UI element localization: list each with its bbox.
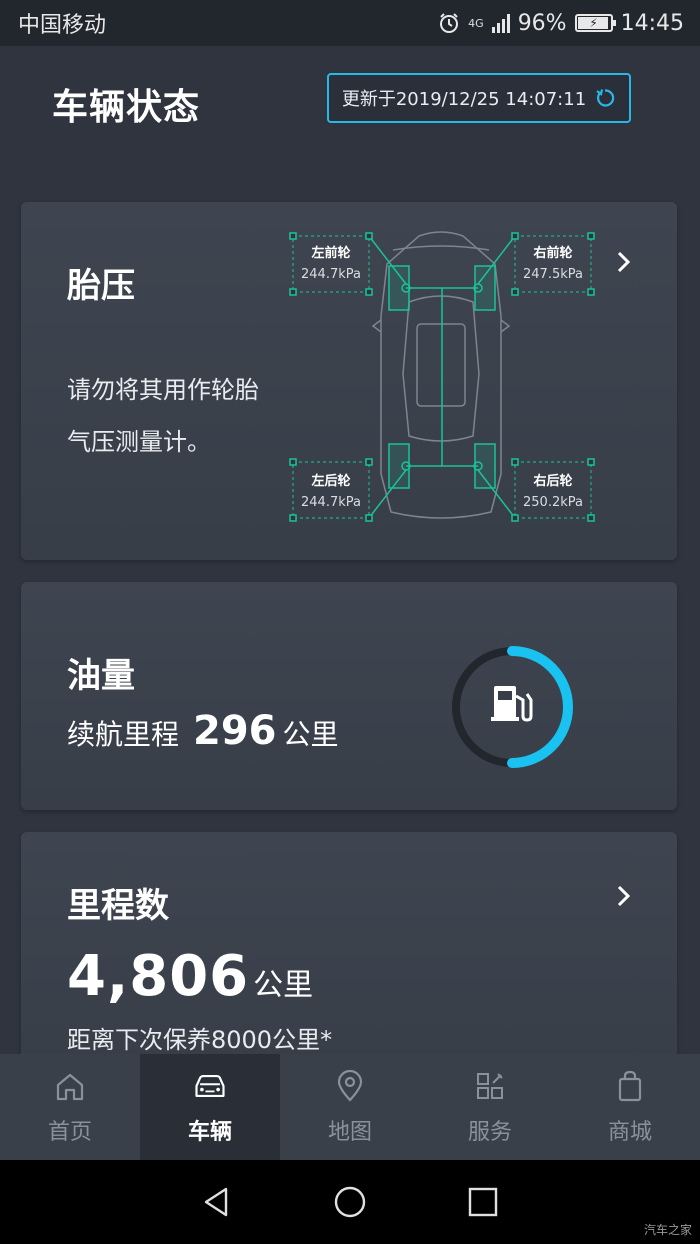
status-bar: 中国移动 4G 96% ⚡ 14:45 bbox=[0, 0, 700, 46]
car-icon bbox=[195, 1075, 225, 1097]
home-circle-icon[interactable] bbox=[333, 1185, 367, 1219]
range-label: 续航里程 bbox=[67, 718, 180, 751]
recent-apps-icon[interactable] bbox=[466, 1185, 500, 1219]
odometer-card[interactable]: 里程数 4,806 公里 距离下次保养8000公里* bbox=[21, 832, 677, 1072]
map-pin-icon bbox=[337, 1069, 363, 1102]
watermark: 汽车之家 bbox=[643, 1223, 692, 1237]
fuel-card-title: 油量 bbox=[67, 656, 135, 696]
update-time: 更新于2019/12/25 14:07:11 bbox=[341, 89, 587, 110]
refresh-icon bbox=[596, 89, 615, 107]
network-type: 4G bbox=[468, 16, 484, 30]
system-nav-bar: 汽车之家 bbox=[0, 1160, 700, 1244]
services-icon bbox=[477, 1073, 503, 1099]
clock: 14:45 bbox=[620, 10, 684, 36]
fuel-gauge bbox=[452, 646, 573, 768]
shopping-bag-icon bbox=[618, 1070, 642, 1102]
chevron-right-icon[interactable] bbox=[615, 250, 633, 274]
update-refresh-button[interactable]: 更新于2019/12/25 14:07:11 bbox=[327, 73, 631, 123]
alarm-icon bbox=[440, 13, 459, 33]
range-unit: 公里 bbox=[282, 718, 339, 751]
nav-home[interactable]: 首页 bbox=[0, 1054, 140, 1160]
odometer-unit: 公里 bbox=[253, 968, 314, 1003]
nav-store[interactable]: 商城 bbox=[560, 1054, 700, 1160]
range-value: 296 bbox=[193, 708, 277, 754]
front-right-label: 右前轮 bbox=[532, 245, 572, 261]
page-title: 车辆状态 bbox=[52, 87, 201, 128]
tire-card-title: 胎压 bbox=[67, 266, 135, 306]
front-left-label: 左前轮 bbox=[311, 245, 350, 261]
battery-icon: ⚡ bbox=[574, 14, 616, 32]
fuel-card[interactable]: 油量 续航里程 296 公里 bbox=[21, 582, 677, 810]
nav-vehicle[interactable]: 车辆 bbox=[140, 1054, 280, 1160]
status-icons: 4G 96% ⚡ 14:45 bbox=[438, 11, 684, 36]
battery-percent: 96% bbox=[517, 10, 567, 36]
nav-services[interactable]: 服务 bbox=[420, 1054, 560, 1160]
signal-icon bbox=[491, 13, 510, 33]
odometer-reading: 4,806 公里 bbox=[67, 944, 313, 1009]
odometer-value: 4,806 bbox=[67, 944, 250, 1009]
rear-right-label: 右后轮 bbox=[532, 473, 572, 489]
carrier-name: 中国移动 bbox=[18, 13, 107, 38]
fuel-level-arc bbox=[507, 646, 573, 768]
tire-pressure-card[interactable]: 胎压 请勿将其用作轮胎 气压测量计。 左前轮 244.7kPa 右前轮 247.… bbox=[21, 202, 677, 560]
front-right-value: 247.5kPa bbox=[523, 267, 583, 282]
chevron-right-icon[interactable] bbox=[615, 884, 633, 908]
rear-left-label: 左后轮 bbox=[311, 473, 350, 489]
fuel-pump-icon bbox=[491, 686, 533, 722]
bottom-nav: 首页 车辆 地图 服务 商城 bbox=[0, 1054, 700, 1160]
range-info: 续航里程 296 公里 bbox=[67, 708, 339, 754]
back-icon[interactable] bbox=[200, 1185, 234, 1219]
rear-left-value: 244.7kPa bbox=[301, 495, 361, 510]
odometer-card-title: 里程数 bbox=[67, 886, 169, 926]
service-reminder: 距离下次保养8000公里* bbox=[67, 1026, 333, 1054]
rear-right-value: 250.2kPa bbox=[523, 495, 583, 510]
front-left-value: 244.7kPa bbox=[301, 267, 361, 282]
home-icon bbox=[56, 1073, 84, 1101]
car-tire-diagram: 左前轮 244.7kPa 右前轮 247.5kPa 左后轮 244.7kPa 右… bbox=[289, 231, 595, 522]
nav-map[interactable]: 地图 bbox=[280, 1054, 420, 1160]
